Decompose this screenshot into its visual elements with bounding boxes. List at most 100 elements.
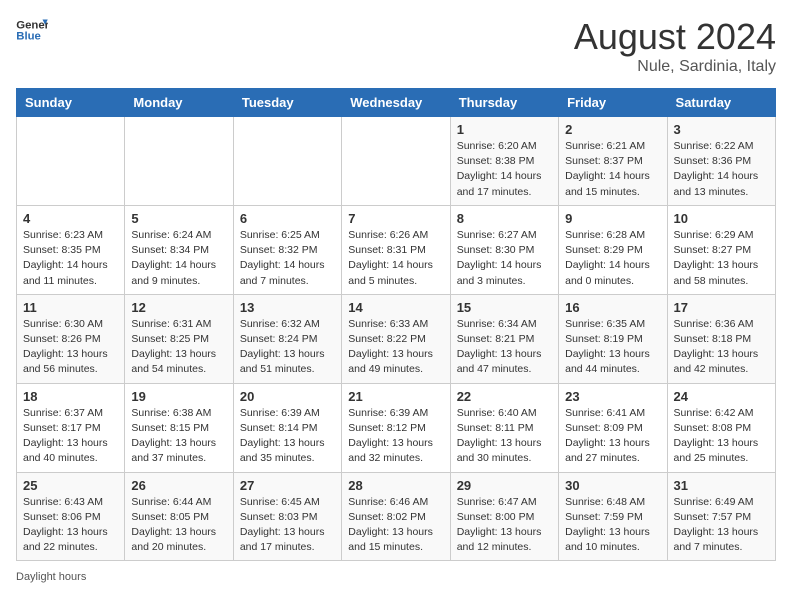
day-number: 23 [565, 389, 660, 404]
day-number: 10 [674, 211, 769, 226]
calendar-cell: 20Sunrise: 6:39 AM Sunset: 8:14 PM Dayli… [233, 383, 341, 472]
calendar-cell: 2 Sunrise: 6:21 AM Sunset: 8:37 PM Daylig… [559, 117, 667, 206]
day-info: Sunrise: 6:38 AM Sunset: 8:15 PM Dayligh… [131, 406, 226, 467]
day-info: Sunrise: 6:39 AM Sunset: 8:14 PM Dayligh… [240, 406, 335, 467]
day-info: Sunrise: 6:31 AM Sunset: 8:25 PM Dayligh… [131, 317, 226, 378]
calendar-cell: 16 Sunrise: 6:35 AM Sunset: 8:19 PM Dayli… [559, 294, 667, 383]
day-number: 16 [565, 300, 660, 315]
day-number: 26 [131, 478, 226, 493]
day-number: 5 [131, 211, 226, 226]
calendar-cell: 22 Sunrise: 6:40 AM Sunset: 8:11 PM Dayli… [450, 383, 558, 472]
day-number: 24 [674, 389, 769, 404]
calendar-cell: 4 Sunrise: 6:23 AM Sunset: 8:35 PM Daylig… [17, 205, 125, 294]
calendar-week-row: 1 Sunrise: 6:20 AM Sunset: 8:38 PM Daylig… [17, 117, 776, 206]
day-number: 29 [457, 478, 552, 493]
day-number: 6 [240, 211, 335, 226]
calendar-cell: 7Sunrise: 6:26 AM Sunset: 8:31 PM Daylig… [342, 205, 450, 294]
calendar-week-row: 4 Sunrise: 6:23 AM Sunset: 8:35 PM Daylig… [17, 205, 776, 294]
logo-icon: General Blue [16, 16, 48, 44]
calendar-cell [125, 117, 233, 206]
calendar-cell: 27 Sunrise: 6:45 AM Sunset: 8:03 PM Dayli… [233, 472, 341, 561]
day-number: 8 [457, 211, 552, 226]
calendar-cell: 8 Sunrise: 6:27 AM Sunset: 8:30 PM Daylig… [450, 205, 558, 294]
day-info: Sunrise: 6:48 AM Sunset: 7:59 PM Dayligh… [565, 495, 660, 556]
calendar-cell: 23Sunrise: 6:41 AM Sunset: 8:09 PM Dayli… [559, 383, 667, 472]
day-number: 11 [23, 300, 118, 315]
day-number: 19 [131, 389, 226, 404]
day-number: 30 [565, 478, 660, 493]
col-header-tuesday: Tuesday [233, 89, 341, 117]
daylight-label: Daylight hours [16, 571, 86, 583]
day-number: 1 [457, 122, 552, 137]
day-info: Sunrise: 6:32 AM Sunset: 8:24 PM Dayligh… [240, 317, 335, 378]
day-info: Sunrise: 6:49 AM Sunset: 7:57 PM Dayligh… [674, 495, 769, 556]
day-number: 9 [565, 211, 660, 226]
calendar-cell: 3Sunrise: 6:22 AM Sunset: 8:36 PM Daylig… [667, 117, 775, 206]
calendar-cell: 13 Sunrise: 6:32 AM Sunset: 8:24 PM Dayli… [233, 294, 341, 383]
col-header-thursday: Thursday [450, 89, 558, 117]
day-info: Sunrise: 6:24 AM Sunset: 8:34 PM Dayligh… [131, 228, 226, 289]
calendar-table: SundayMondayTuesdayWednesdayThursdayFrid… [16, 88, 776, 561]
day-info: Sunrise: 6:33 AM Sunset: 8:22 PM Dayligh… [348, 317, 443, 378]
day-number: 21 [348, 389, 443, 404]
day-info: Sunrise: 6:20 AM Sunset: 8:38 PM Dayligh… [457, 139, 552, 200]
calendar-cell: 21 Sunrise: 6:39 AM Sunset: 8:12 PM Dayli… [342, 383, 450, 472]
col-header-sunday: Sunday [17, 89, 125, 117]
day-info: Sunrise: 6:40 AM Sunset: 8:11 PM Dayligh… [457, 406, 552, 467]
day-number: 28 [348, 478, 443, 493]
calendar-cell: 25Sunrise: 6:43 AM Sunset: 8:06 PM Dayli… [17, 472, 125, 561]
day-number: 15 [457, 300, 552, 315]
calendar-header-row: SundayMondayTuesdayWednesdayThursdayFrid… [17, 89, 776, 117]
day-info: Sunrise: 6:25 AM Sunset: 8:32 PM Dayligh… [240, 228, 335, 289]
col-header-saturday: Saturday [667, 89, 775, 117]
calendar-cell: 12 Sunrise: 6:31 AM Sunset: 8:25 PM Dayli… [125, 294, 233, 383]
col-header-wednesday: Wednesday [342, 89, 450, 117]
title-block: August 2024 Nule, Sardinia, Italy [574, 16, 776, 76]
calendar-cell [233, 117, 341, 206]
location-subtitle: Nule, Sardinia, Italy [574, 58, 776, 76]
svg-text:Blue: Blue [16, 31, 41, 43]
calendar-week-row: 18Sunrise: 6:37 AM Sunset: 8:17 PM Dayli… [17, 383, 776, 472]
day-number: 12 [131, 300, 226, 315]
day-number: 7 [348, 211, 443, 226]
footer: Daylight hours [16, 571, 776, 583]
calendar-cell: 26Sunrise: 6:44 AM Sunset: 8:05 PM Dayli… [125, 472, 233, 561]
calendar-cell: 1 Sunrise: 6:20 AM Sunset: 8:38 PM Daylig… [450, 117, 558, 206]
day-number: 13 [240, 300, 335, 315]
calendar-week-row: 11 Sunrise: 6:30 AM Sunset: 8:26 PM Dayli… [17, 294, 776, 383]
calendar-cell: 31 Sunrise: 6:49 AM Sunset: 7:57 PM Dayli… [667, 472, 775, 561]
calendar-cell: 11 Sunrise: 6:30 AM Sunset: 8:26 PM Dayli… [17, 294, 125, 383]
day-number: 27 [240, 478, 335, 493]
day-info: Sunrise: 6:36 AM Sunset: 8:18 PM Dayligh… [674, 317, 769, 378]
day-number: 2 [565, 122, 660, 137]
day-number: 14 [348, 300, 443, 315]
day-info: Sunrise: 6:35 AM Sunset: 8:19 PM Dayligh… [565, 317, 660, 378]
logo: General Blue [16, 16, 48, 44]
day-info: Sunrise: 6:23 AM Sunset: 8:35 PM Dayligh… [23, 228, 118, 289]
day-info: Sunrise: 6:29 AM Sunset: 8:27 PM Dayligh… [674, 228, 769, 289]
day-number: 31 [674, 478, 769, 493]
calendar-cell: 24Sunrise: 6:42 AM Sunset: 8:08 PM Dayli… [667, 383, 775, 472]
day-info: Sunrise: 6:46 AM Sunset: 8:02 PM Dayligh… [348, 495, 443, 556]
day-info: Sunrise: 6:21 AM Sunset: 8:37 PM Dayligh… [565, 139, 660, 200]
day-info: Sunrise: 6:39 AM Sunset: 8:12 PM Dayligh… [348, 406, 443, 467]
day-info: Sunrise: 6:43 AM Sunset: 8:06 PM Dayligh… [23, 495, 118, 556]
day-number: 17 [674, 300, 769, 315]
day-info: Sunrise: 6:45 AM Sunset: 8:03 PM Dayligh… [240, 495, 335, 556]
day-number: 22 [457, 389, 552, 404]
calendar-cell: 18Sunrise: 6:37 AM Sunset: 8:17 PM Dayli… [17, 383, 125, 472]
calendar-cell: 30 Sunrise: 6:48 AM Sunset: 7:59 PM Dayli… [559, 472, 667, 561]
day-info: Sunrise: 6:34 AM Sunset: 8:21 PM Dayligh… [457, 317, 552, 378]
day-number: 4 [23, 211, 118, 226]
calendar-cell: 14 Sunrise: 6:33 AM Sunset: 8:22 PM Dayli… [342, 294, 450, 383]
day-info: Sunrise: 6:27 AM Sunset: 8:30 PM Dayligh… [457, 228, 552, 289]
day-info: Sunrise: 6:47 AM Sunset: 8:00 PM Dayligh… [457, 495, 552, 556]
calendar-cell: 19 Sunrise: 6:38 AM Sunset: 8:15 PM Dayli… [125, 383, 233, 472]
calendar-cell: 17 Sunrise: 6:36 AM Sunset: 8:18 PM Dayli… [667, 294, 775, 383]
day-info: Sunrise: 6:30 AM Sunset: 8:26 PM Dayligh… [23, 317, 118, 378]
month-year-title: August 2024 [574, 16, 776, 58]
col-header-monday: Monday [125, 89, 233, 117]
calendar-cell: 15 Sunrise: 6:34 AM Sunset: 8:21 PM Dayli… [450, 294, 558, 383]
calendar-cell: 6 Sunrise: 6:25 AM Sunset: 8:32 PM Daylig… [233, 205, 341, 294]
day-number: 18 [23, 389, 118, 404]
